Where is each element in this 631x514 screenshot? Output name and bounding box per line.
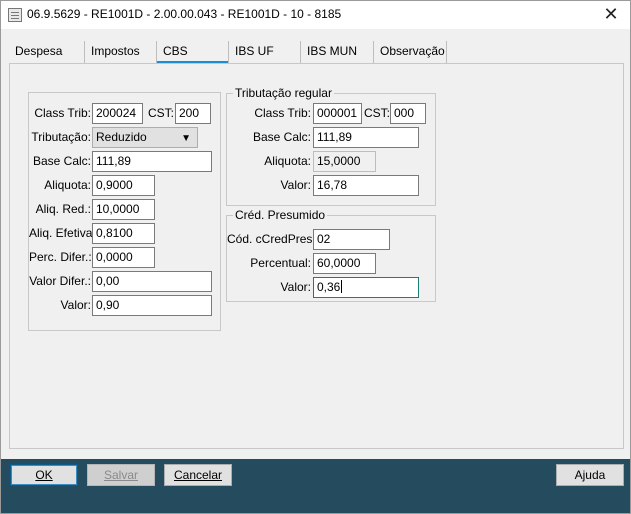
regular-class-trib-label: Class Trib: xyxy=(254,106,311,120)
percentual-label: Percentual: xyxy=(250,256,311,270)
cbs-aliquota-label: Aliquota: xyxy=(44,178,91,192)
tributacao-regular-title: Tributação regular xyxy=(233,86,334,100)
cred-valor-label: Valor: xyxy=(280,280,311,294)
tributacao-select[interactable]: Reduzido ▼ xyxy=(92,127,198,148)
chevron-down-icon: ▼ xyxy=(181,133,191,144)
regular-base-calc-label: Base Calc: xyxy=(252,130,311,144)
title-bar[interactable]: 06.9.5629 - RE1001D - 2.00.00.043 - RE10… xyxy=(1,1,630,29)
valor-difer-field[interactable]: 0,00 xyxy=(92,271,212,292)
aliq-efetiva-field[interactable]: 0,8100 xyxy=(92,223,155,244)
tab-impostos[interactable]: Impostos xyxy=(85,41,157,63)
tab-ibs-mun[interactable]: IBS MUN xyxy=(301,41,374,63)
regular-valor-field[interactable]: 16,78 xyxy=(313,175,419,196)
button-bar: OK Salvar Cancelar Ajuda xyxy=(1,459,630,513)
tab-bar: Despesa Impostos CBS IBS UF IBS MUN Obse… xyxy=(9,41,624,64)
percentual-field[interactable]: 60,0000 xyxy=(313,253,376,274)
regular-aliquota-label: Aliquota: xyxy=(264,154,311,168)
tributacao-regular-group: Tributação regular Class Trib: 000001 CS… xyxy=(226,86,436,206)
valor-difer-label: Valor Difer.: xyxy=(29,274,91,288)
cbs-valor-label: Valor: xyxy=(60,298,91,312)
cbs-cst-label: CST: xyxy=(147,106,174,120)
aliq-red-label: Aliq. Red.: xyxy=(35,202,91,216)
tributacao-value: Reduzido xyxy=(96,130,147,144)
tab-cbs[interactable]: CBS xyxy=(157,41,229,64)
close-icon[interactable]: ✕ xyxy=(602,5,620,23)
cbs-group: Class Trib: 200024 CST: 200 Tributação: … xyxy=(28,92,221,331)
tab-observacao[interactable]: Observação xyxy=(374,41,447,63)
perc-difer-field[interactable]: 0,0000 xyxy=(92,247,155,268)
regular-class-trib-field[interactable]: 000001 xyxy=(313,103,362,124)
cancelar-button-label: Cancelar xyxy=(173,468,223,482)
cbs-base-calc-field[interactable]: 111,89 xyxy=(92,151,212,172)
ajuda-button[interactable]: Ajuda xyxy=(556,464,624,486)
tab-panel-cbs: Class Trib: 200024 CST: 200 Tributação: … xyxy=(9,63,624,449)
cred-valor-field[interactable]: 0,36 xyxy=(313,277,419,298)
cbs-cst-field[interactable]: 200 xyxy=(175,103,211,124)
app-icon xyxy=(8,8,22,22)
cbs-class-trib-field[interactable]: 200024 xyxy=(92,103,143,124)
cbs-class-trib-label: Class Trib: xyxy=(34,106,91,120)
salvar-button-label: Salvar xyxy=(103,468,138,482)
salvar-button: Salvar xyxy=(87,464,155,486)
tab-ibs-uf[interactable]: IBS UF xyxy=(229,41,301,63)
cod-ccredpres-field[interactable]: 02 xyxy=(313,229,390,250)
cred-presumido-title: Créd. Presumido xyxy=(233,208,328,222)
window-title: 06.9.5629 - RE1001D - 2.00.00.043 - RE10… xyxy=(27,7,342,21)
regular-base-calc-field[interactable]: 111,89 xyxy=(313,127,419,148)
cbs-aliquota-field[interactable]: 0,9000 xyxy=(92,175,155,196)
perc-difer-label: Perc. Difer.: xyxy=(29,250,92,264)
aliq-red-field[interactable]: 10,0000 xyxy=(92,199,155,220)
regular-cst-field[interactable]: 000 xyxy=(390,103,426,124)
regular-cst-label: CST: xyxy=(363,106,390,120)
regular-valor-label: Valor: xyxy=(280,178,311,192)
text-caret xyxy=(341,280,343,293)
tab-despesa[interactable]: Despesa xyxy=(9,41,85,63)
dialog-window: 06.9.5629 - RE1001D - 2.00.00.043 - RE10… xyxy=(0,0,631,514)
ok-button[interactable]: OK xyxy=(10,464,78,486)
ok-button-label: OK xyxy=(35,468,53,482)
cbs-base-calc-label: Base Calc: xyxy=(32,154,91,168)
cod-ccredpres-label: Cód. cCredPres: xyxy=(227,232,316,246)
cancelar-button[interactable]: Cancelar xyxy=(164,464,232,486)
aliq-efetiva-label: Aliq. Efetiva: xyxy=(29,226,96,240)
regular-aliquota-field: 15,0000 xyxy=(313,151,376,172)
cred-valor-text: 0,36 xyxy=(317,280,341,294)
ajuda-button-label: Ajuda xyxy=(574,468,606,482)
cred-presumido-group: Créd. Presumido Cód. cCredPres: 02 Perce… xyxy=(226,208,436,302)
cbs-valor-field[interactable]: 0,90 xyxy=(92,295,212,316)
tributacao-label: Tributação: xyxy=(31,130,91,144)
